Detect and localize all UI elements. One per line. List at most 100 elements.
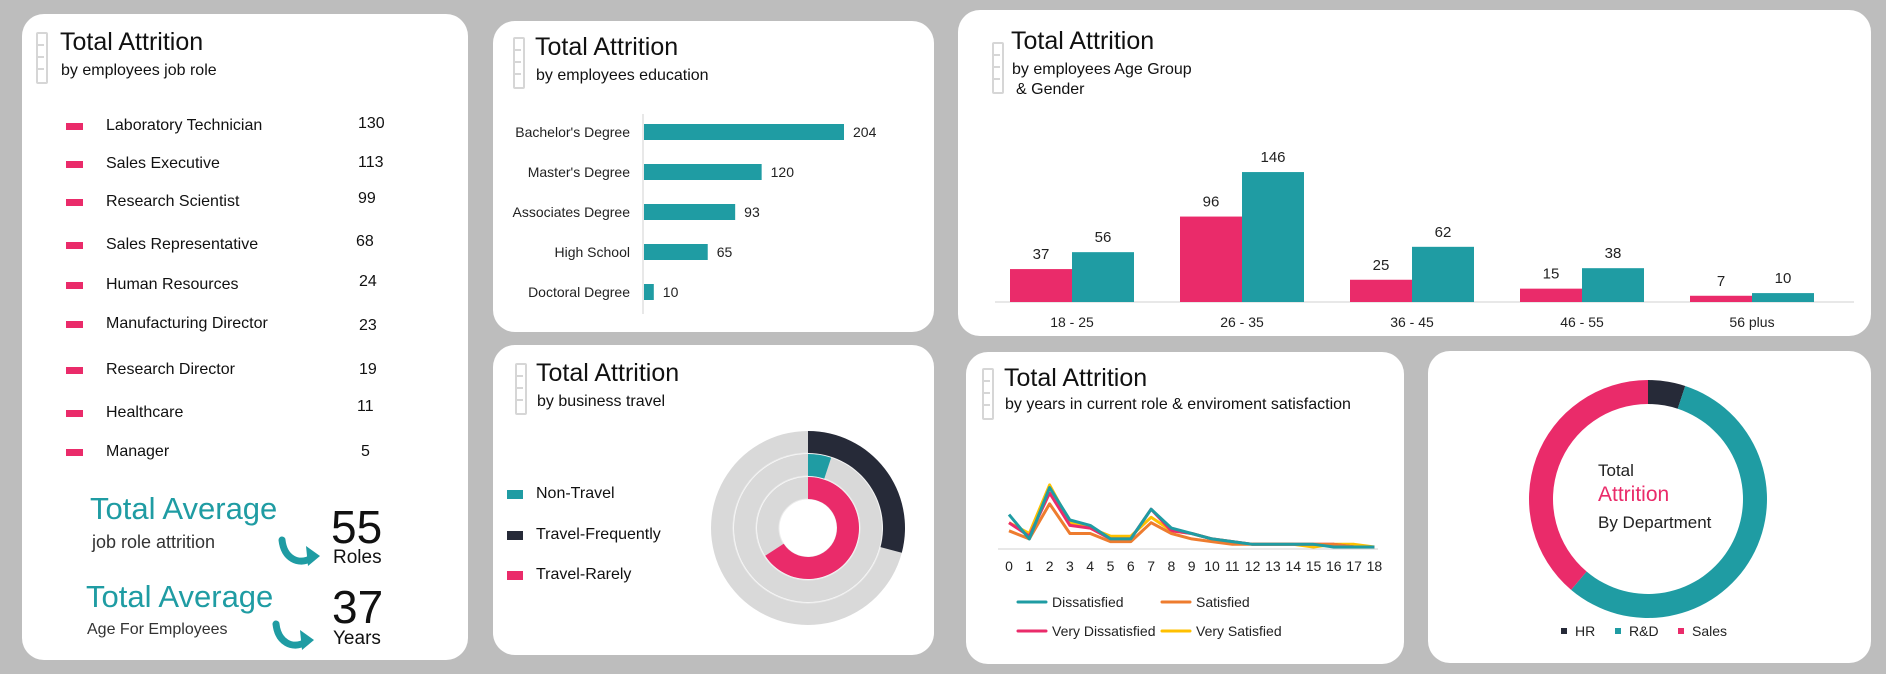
age-gender-bar (1752, 293, 1814, 302)
department-center-line2: Attrition (1598, 483, 1670, 506)
education-category-label: Master's Degree (528, 164, 630, 180)
bullet-marker (66, 367, 83, 374)
legend-label: Satisfied (1196, 594, 1250, 610)
x-tick-label: 13 (1265, 558, 1281, 574)
department-donut-chart: HR R&D Sales (1529, 380, 1767, 639)
bullet-marker (66, 161, 83, 168)
age-gender-bar (1180, 216, 1242, 302)
age-gender-bar (1242, 172, 1304, 302)
kpi-roles-subtitle: job role attrition (92, 532, 216, 552)
legend-swatch (1678, 628, 1684, 634)
education-category-label: Bachelor's Degree (515, 124, 630, 140)
job-role-label: Research Director (106, 361, 235, 378)
kpi-age-value: 37 (332, 581, 384, 633)
job-role-value: 5 (361, 443, 370, 460)
legend-label: R&D (1629, 623, 1659, 639)
kpi-age-subtitle: Age For Employees (87, 621, 228, 638)
age-gender-value-label: 96 (1203, 194, 1220, 211)
age-gender-bar (1520, 288, 1582, 302)
bullet-marker (66, 321, 83, 328)
age-group-label: 18 - 25 (1050, 314, 1094, 330)
years-role-line-chart: 0 1 2 3 4 5 6 7 8 9 10 11 12 13 14 15 16 17 18Dissatisfied… (998, 483, 1383, 639)
bullet-marker (66, 410, 83, 417)
job-role-label: Manufacturing Director (106, 315, 268, 332)
travel-card: Total Attrition by business travel Non-T… (493, 345, 934, 655)
education-value-label: 204 (853, 124, 877, 140)
kpi-age-unit: Years (333, 628, 381, 649)
ruler-icon (36, 32, 48, 84)
age-gender-value-label: 37 (1033, 246, 1050, 263)
age-gender-bar (1072, 252, 1134, 302)
education-bar (644, 204, 736, 220)
x-tick-label: 3 (1066, 558, 1074, 574)
education-bar (644, 284, 654, 300)
x-tick-label: 4 (1086, 558, 1094, 574)
bullet-marker (66, 242, 83, 249)
job-role-value: 24 (359, 273, 377, 290)
education-bar (644, 244, 708, 260)
job-role-label: Healthcare (106, 404, 184, 421)
education-bar-chart: Bachelor's Degree 204 Master's Degree 120 As… (512, 114, 877, 314)
job-role-value: 130 (358, 115, 385, 132)
job-role-item: Healthcare 11 (22, 398, 462, 424)
bullet-marker (66, 123, 83, 130)
age-gender-bar (1412, 246, 1474, 302)
x-tick-label: 2 (1046, 558, 1054, 574)
job-role-label: Sales Executive (106, 155, 220, 172)
travel-donut-chart (710, 431, 905, 625)
job-role-item: Research Scientist 99 (22, 190, 462, 213)
education-category-label: High School (555, 244, 631, 260)
x-tick-label: 7 (1147, 558, 1155, 574)
age-gender-bar-chart: 37 56 18 - 25 96 146 26 - 35 25 62 36 - 45 15 38 46… (995, 149, 1854, 330)
education-value-label: 10 (663, 284, 679, 300)
age-gender-value-label: 15 (1543, 266, 1560, 283)
x-tick-label: 16 (1326, 558, 1342, 574)
education-value-label: 65 (717, 244, 733, 260)
age-gender-value-label: 62 (1435, 224, 1452, 241)
job-role-item: Human Resources 24 (22, 273, 462, 296)
x-tick-label: 6 (1127, 558, 1135, 574)
x-tick-label: 0 (1005, 558, 1013, 574)
legend-label: Dissatisfied (1052, 594, 1124, 610)
legend-label: Sales (1692, 623, 1727, 639)
job-role-subtitle: by employees job role (61, 62, 217, 79)
donut-track-divider (778, 498, 838, 558)
job-role-value: 23 (359, 317, 377, 334)
age-gender-value-label: 7 (1717, 273, 1725, 290)
education-value-label: 93 (744, 204, 760, 220)
age-gender-card: Total Attrition by employees Age Group &… (958, 10, 1871, 336)
department-card: HR R&D Sales Total Attrition By Department (1428, 351, 1871, 663)
x-tick-label: 11 (1225, 558, 1240, 574)
kpi-roles-value: 55 (331, 501, 383, 553)
age-gender-bar (1690, 295, 1752, 302)
legend-label: Very Dissatisfied (1052, 623, 1155, 639)
department-center-line3: By Department (1598, 513, 1712, 532)
age-gender-value-label: 10 (1775, 270, 1792, 287)
kpi-roles-title: Total Average (90, 491, 278, 526)
x-tick-label: 12 (1245, 558, 1261, 574)
legend-label: HR (1575, 623, 1595, 639)
age-gender-value-label: 25 (1373, 257, 1390, 274)
kpi-roles-unit: Roles (333, 547, 382, 568)
age-gender-value-label: 146 (1260, 149, 1285, 166)
age-group-label: 56 plus (1729, 314, 1774, 330)
job-role-item: Research Director 19 (22, 361, 462, 381)
department-center-line1: Total (1598, 461, 1634, 480)
bullet-marker (66, 282, 83, 289)
job-role-label: Sales Representative (106, 236, 259, 253)
age-gender-bar (1582, 268, 1644, 302)
curved-arrow-icon (278, 536, 320, 566)
education-bar (644, 124, 844, 140)
job-role-value: 19 (359, 361, 377, 378)
x-tick-label: 1 (1025, 558, 1033, 574)
x-tick-label: 8 (1168, 558, 1176, 574)
age-gender-bar (1010, 269, 1072, 302)
legend-swatch (1615, 628, 1621, 634)
x-tick-label: 15 (1306, 558, 1322, 574)
x-tick-label: 18 (1367, 558, 1383, 574)
x-tick-label: 9 (1188, 558, 1196, 574)
bullet-marker (66, 449, 83, 456)
education-category-label: Doctoral Degree (528, 284, 630, 300)
job-role-item: Manager 5 (22, 443, 462, 463)
age-group-label: 36 - 45 (1390, 314, 1434, 330)
